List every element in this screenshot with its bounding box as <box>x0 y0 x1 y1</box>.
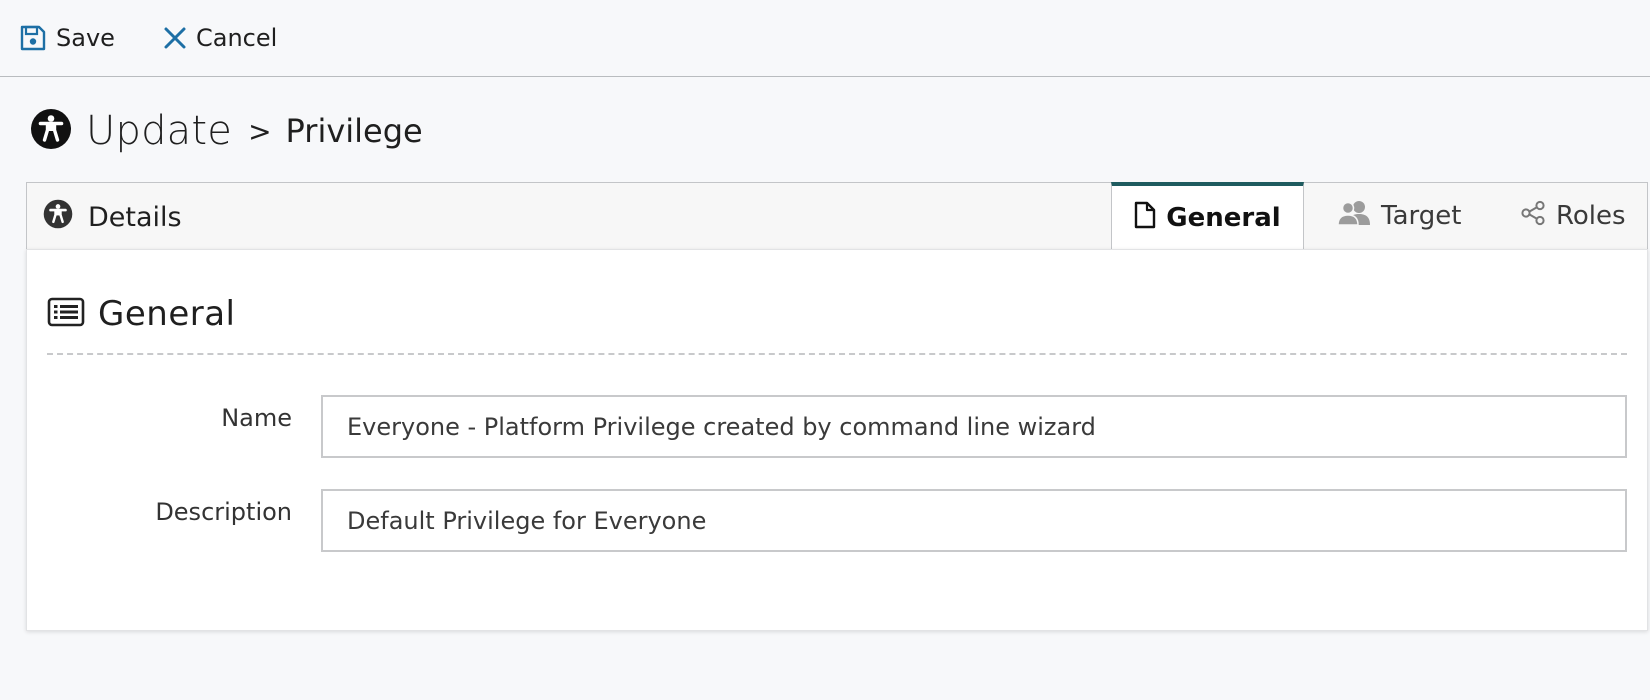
breadcrumb-separator: > <box>248 114 272 148</box>
section-header: General <box>47 294 236 334</box>
share-nodes-icon <box>1520 200 1546 233</box>
tab-roles[interactable]: Roles <box>1520 182 1626 250</box>
tab-target-label: Target <box>1381 201 1462 231</box>
tab-bar: Details General Target Roles <box>26 182 1648 251</box>
tab-general[interactable]: General <box>1111 182 1304 251</box>
name-field[interactable] <box>321 395 1627 458</box>
users-icon <box>1337 199 1371 234</box>
cancel-label: Cancel <box>196 24 278 52</box>
name-label: Name <box>221 404 292 432</box>
list-icon <box>47 297 85 331</box>
document-icon <box>1134 201 1156 236</box>
page-title: Update > Privilege <box>30 107 423 155</box>
title-subtitle: Privilege <box>285 112 423 150</box>
save-button[interactable]: Save <box>19 20 115 56</box>
tab-roles-label: Roles <box>1556 201 1626 231</box>
accessibility-icon <box>43 199 73 236</box>
tab-target[interactable]: Target <box>1337 182 1461 250</box>
section-title: General <box>98 294 236 334</box>
cancel-button[interactable]: Cancel <box>163 20 277 56</box>
close-icon <box>163 26 187 50</box>
title-main: Update <box>86 108 233 154</box>
details-label: Details <box>88 201 182 233</box>
description-label: Description <box>155 498 292 526</box>
save-label: Save <box>56 24 115 52</box>
toolbar: Save Cancel <box>0 0 1650 77</box>
section-divider <box>47 353 1627 355</box>
description-field[interactable] <box>321 489 1627 552</box>
tab-general-label: General <box>1166 203 1281 233</box>
accessibility-icon <box>30 108 72 154</box>
save-icon <box>19 24 47 52</box>
details-header: Details <box>43 199 182 236</box>
general-panel: General Name Description <box>26 249 1648 631</box>
